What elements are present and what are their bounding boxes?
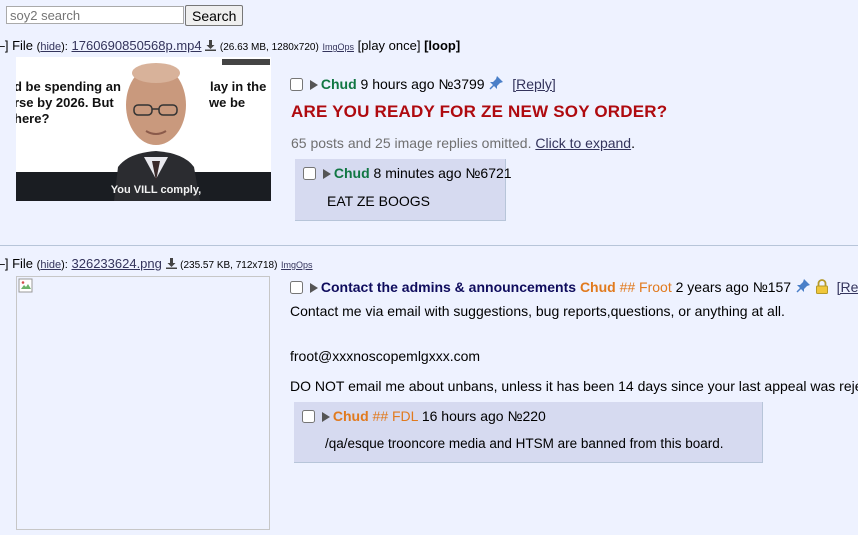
post-time: 9 hours ago	[360, 76, 435, 92]
thread-collapse-toggle[interactable]: [–]	[0, 256, 8, 271]
filename-link[interactable]: 326233624.png	[72, 256, 162, 271]
post-menu-arrow-icon[interactable]	[309, 283, 318, 293]
lock-icon	[815, 279, 828, 294]
file-label: File	[12, 256, 34, 271]
expand-thread-link[interactable]: Click to expand	[535, 135, 631, 151]
post-number[interactable]: №3799	[438, 76, 484, 92]
download-icon[interactable]	[205, 40, 217, 51]
post-number[interactable]: №157	[753, 279, 791, 295]
thread-collapse-toggle[interactable]: [–]	[0, 38, 8, 53]
post-select-checkbox[interactable]	[290, 78, 303, 91]
post-select-checkbox[interactable]	[290, 281, 303, 294]
hide-file-link[interactable]: hide	[40, 259, 61, 271]
post-time: 2 years ago	[675, 279, 749, 295]
omitted-notice: 65 posts and 25 image replies omitted. C…	[291, 135, 635, 151]
op-post-header: Chud 9 hours ago №3799 [Reply]	[290, 75, 556, 92]
post-time: 16 hours ago	[421, 408, 504, 424]
tripcode: ## Froot	[619, 279, 672, 295]
post-menu-arrow-icon[interactable]	[322, 169, 331, 179]
reply-body: EAT ZE BOOGS	[327, 193, 430, 209]
file-info-line: [–] File (hide): 1760690850568p.mp4 (26.…	[0, 38, 460, 53]
sticky-pin-icon	[489, 76, 504, 90]
op-body-line-1: Contact me via email with suggestions, b…	[290, 303, 785, 319]
post-menu-arrow-icon[interactable]	[321, 412, 330, 422]
reply-post: Chud ## FDL 16 hours ago №220 /qa/esque …	[294, 402, 763, 463]
post-time: 8 minutes ago	[373, 165, 462, 181]
reply-header: Chud ## FDL 16 hours ago №220	[302, 408, 546, 424]
reply-body: /qa/esque trooncore media and HTSM are b…	[325, 436, 724, 451]
file-label: File	[12, 38, 34, 53]
imgops-link[interactable]: ImgOps	[281, 260, 313, 270]
tripcode: ## FDL	[372, 408, 418, 424]
thread-subject: ARE YOU READY FOR ZE NEW SOY ORDER?	[291, 102, 668, 121]
file-info-line: [–] File (hide): 326233624.png (235.57 K…	[0, 256, 313, 271]
thumb-caption-3: rse by 2026. But	[16, 95, 114, 110]
file-meta: (235.57 KB, 712x718)	[180, 260, 278, 271]
broken-image-thumbnail[interactable]	[16, 276, 270, 530]
post-number[interactable]: №6721	[465, 165, 511, 181]
thumb-subtitle: You VILL comply,	[111, 184, 201, 196]
op-post-header: Contact the admins & announcements Chud …	[290, 278, 858, 295]
poster-name: Chud	[333, 165, 370, 181]
op-body-email: froot@xxxnoscopemlgxxx.com	[290, 348, 481, 364]
filename-link[interactable]: 1760690850568p.mp4	[72, 38, 202, 53]
file-meta: (26.63 MB, 1280x720)	[219, 42, 319, 53]
reply-link[interactable]: [Reply]	[837, 279, 858, 295]
op-body-line-3: DO NOT email me about unbans, unless it …	[290, 378, 858, 394]
imgops-link[interactable]: ImgOps	[322, 42, 354, 52]
thumb-caption-2: lay in the	[210, 79, 266, 94]
reply-link[interactable]: [Reply]	[512, 76, 556, 92]
search-input[interactable]	[6, 6, 184, 24]
reply-post: Chud 8 minutes ago №6721 EAT ZE BOOGS	[295, 159, 512, 221]
thumb-caption-1: d be spending an	[16, 79, 121, 94]
poster-name: Chud	[332, 408, 369, 424]
search-button[interactable]: Search	[185, 5, 244, 26]
poster-name: Chud	[320, 76, 357, 92]
loop-link[interactable]: [loop]	[424, 38, 460, 53]
thumb-caption-5: here?	[16, 111, 49, 126]
period: .	[631, 135, 635, 151]
video-thumbnail[interactable]: d be spending an lay in the rse by 2026.…	[16, 57, 271, 201]
post-select-checkbox[interactable]	[302, 410, 315, 423]
omitted-text: 65 posts and 25 image replies omitted.	[291, 135, 532, 151]
thread-subject: Contact the admins & announcements	[320, 279, 577, 295]
play-once-link[interactable]: [play once]	[358, 38, 421, 53]
hide-file-link[interactable]: hide	[40, 41, 61, 53]
reply-header: Chud 8 minutes ago №6721	[303, 165, 512, 181]
poster-name: Chud	[579, 279, 616, 295]
download-icon[interactable]	[165, 258, 177, 269]
broken-image-icon	[18, 278, 33, 293]
sticky-pin-icon	[796, 279, 810, 293]
thread-divider	[0, 245, 858, 246]
post-menu-arrow-icon[interactable]	[309, 80, 318, 90]
post-number[interactable]: №220	[507, 408, 545, 424]
post-select-checkbox[interactable]	[303, 167, 316, 180]
thumb-caption-4: we be	[208, 95, 245, 110]
